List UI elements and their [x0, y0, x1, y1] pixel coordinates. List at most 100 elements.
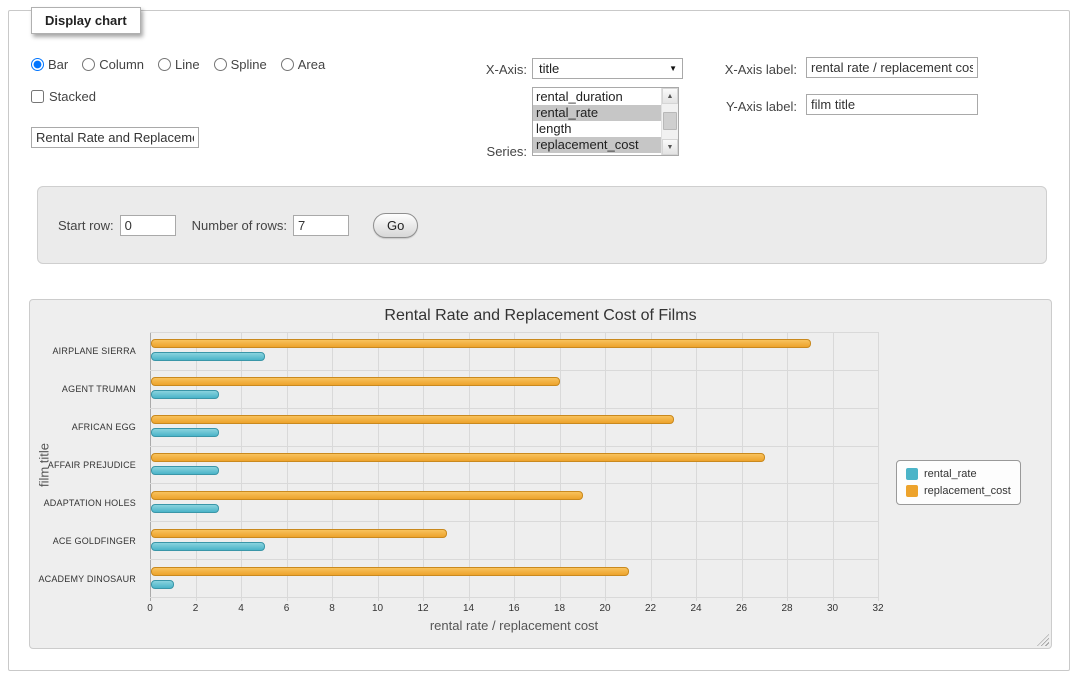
v-gridline — [787, 332, 788, 601]
x-tick-label: 12 — [417, 603, 428, 614]
chart-type-radio-label: Spline — [231, 57, 267, 72]
bar-replacement_cost — [151, 339, 811, 348]
bar-replacement_cost — [151, 529, 447, 538]
x-tick-label: 4 — [238, 603, 244, 614]
legend-label: replacement_cost — [924, 485, 1011, 497]
bar-replacement_cost — [151, 377, 560, 386]
v-gridline — [696, 332, 697, 601]
chart-legend: rental_rate replacement_cost — [896, 460, 1021, 505]
h-gridline — [150, 370, 878, 371]
v-gridline — [469, 332, 470, 601]
y-axis-label-input[interactable] — [806, 94, 978, 115]
stacked-checkbox-row[interactable]: Stacked — [31, 89, 96, 104]
v-gridline — [150, 332, 151, 601]
chart-type-radio-area[interactable] — [281, 58, 294, 71]
bar-rental_rate — [151, 428, 219, 437]
x-axis-title: rental rate / replacement cost — [150, 618, 878, 633]
v-gridline — [560, 332, 561, 601]
x-tick-label: 0 — [147, 603, 153, 614]
v-gridline — [651, 332, 652, 601]
bar-replacement_cost — [151, 491, 583, 500]
chart-type-radios: Bar Column Line Spline Area — [31, 57, 325, 72]
x-axis-label: X-Axis: — [419, 62, 527, 77]
h-gridline — [150, 332, 878, 333]
v-gridline — [514, 332, 515, 601]
series-listbox[interactable]: rental_durationrental_ratelengthreplacem… — [532, 87, 679, 156]
bar-rental_rate — [151, 466, 219, 475]
h-gridline — [150, 597, 878, 598]
scrollbar-thumb[interactable] — [663, 112, 677, 130]
legend-item-replacement_cost[interactable]: replacement_cost — [906, 485, 1011, 497]
x-tick-label: 20 — [599, 603, 610, 614]
series-option-length[interactable]: length — [533, 121, 661, 137]
chart-type-option-area[interactable]: Area — [281, 57, 325, 72]
chart-type-option-line[interactable]: Line — [158, 57, 200, 72]
x-axis-label-field-label: X-Axis label: — [639, 62, 797, 77]
chart-type-radio-column[interactable] — [82, 58, 95, 71]
go-button[interactable]: Go — [373, 213, 418, 238]
bar-replacement_cost — [151, 453, 765, 462]
x-tick-label: 10 — [372, 603, 383, 614]
series-option-rental_duration[interactable]: rental_duration — [533, 89, 661, 105]
x-tick-labels: 02468101214161820222426283032 — [150, 603, 878, 617]
y-category-label: ADAPTATION HOLES — [30, 484, 136, 522]
chart-title: Rental Rate and Replacement Cost of Film… — [30, 307, 1051, 325]
x-tick-label: 8 — [329, 603, 335, 614]
series-option-replacement_cost[interactable]: replacement_cost — [533, 137, 661, 153]
number-of-rows-input[interactable] — [293, 215, 349, 236]
scroll-down-icon[interactable]: ▼ — [662, 139, 678, 155]
chart-type-radio-bar[interactable] — [31, 58, 44, 71]
y-category-label: ACE GOLDFINGER — [30, 522, 136, 560]
bar-replacement_cost — [151, 415, 674, 424]
series-label: Series: — [419, 144, 527, 159]
x-tick-label: 32 — [872, 603, 883, 614]
chart-type-radio-label: Line — [175, 57, 200, 72]
stacked-checkbox[interactable] — [31, 90, 44, 103]
h-gridline — [150, 408, 878, 409]
y-category-label: AFRICAN EGG — [30, 408, 136, 446]
x-tick-label: 16 — [508, 603, 519, 614]
chart-type-option-column[interactable]: Column — [82, 57, 144, 72]
bar-rental_rate — [151, 504, 219, 513]
x-axis-selected-value: title — [539, 61, 559, 76]
v-gridline — [378, 332, 379, 601]
rows-panel: Start row: Number of rows: Go — [37, 186, 1047, 264]
x-tick-label: 24 — [690, 603, 701, 614]
v-gridline — [287, 332, 288, 601]
chart-type-option-bar[interactable]: Bar — [31, 57, 68, 72]
chart-type-radio-line[interactable] — [158, 58, 171, 71]
stacked-label: Stacked — [49, 89, 96, 104]
scrollbar-track[interactable] — [662, 104, 678, 139]
v-gridline — [833, 332, 834, 601]
resize-handle-icon[interactable] — [1037, 634, 1049, 646]
legend-swatch-icon — [906, 485, 918, 497]
panel-title: Display chart — [31, 7, 141, 34]
chart-panel: Rental Rate and Replacement Cost of Film… — [29, 299, 1052, 649]
h-gridline — [150, 559, 878, 560]
y-category-label: AIRPLANE SIERRA — [30, 332, 136, 370]
start-row-label: Start row: — [58, 218, 114, 233]
x-tick-label: 22 — [645, 603, 656, 614]
x-tick-label: 26 — [736, 603, 747, 614]
x-axis-label-input[interactable] — [806, 57, 978, 78]
v-gridline — [332, 332, 333, 601]
chart-type-option-spline[interactable]: Spline — [214, 57, 267, 72]
y-category-labels: AIRPLANE SIERRAAGENT TRUMANAFRICAN EGGAF… — [30, 332, 144, 598]
series-option-rental_rate[interactable]: rental_rate — [533, 105, 661, 121]
v-gridline — [605, 332, 606, 601]
start-row-input[interactable] — [120, 215, 176, 236]
x-tick-label: 18 — [554, 603, 565, 614]
v-gridline — [878, 332, 879, 601]
chart-title-input[interactable] — [31, 127, 199, 148]
bar-rental_rate — [151, 352, 265, 361]
x-tick-label: 30 — [827, 603, 838, 614]
x-tick-label: 14 — [463, 603, 474, 614]
v-gridline — [423, 332, 424, 601]
h-gridline — [150, 521, 878, 522]
chart-type-radio-spline[interactable] — [214, 58, 227, 71]
series-scrollbar[interactable]: ▲ ▼ — [661, 88, 678, 155]
scroll-up-icon[interactable]: ▲ — [662, 88, 678, 104]
legend-swatch-icon — [906, 468, 918, 480]
y-category-label: AGENT TRUMAN — [30, 370, 136, 408]
legend-item-rental_rate[interactable]: rental_rate — [906, 468, 1011, 480]
